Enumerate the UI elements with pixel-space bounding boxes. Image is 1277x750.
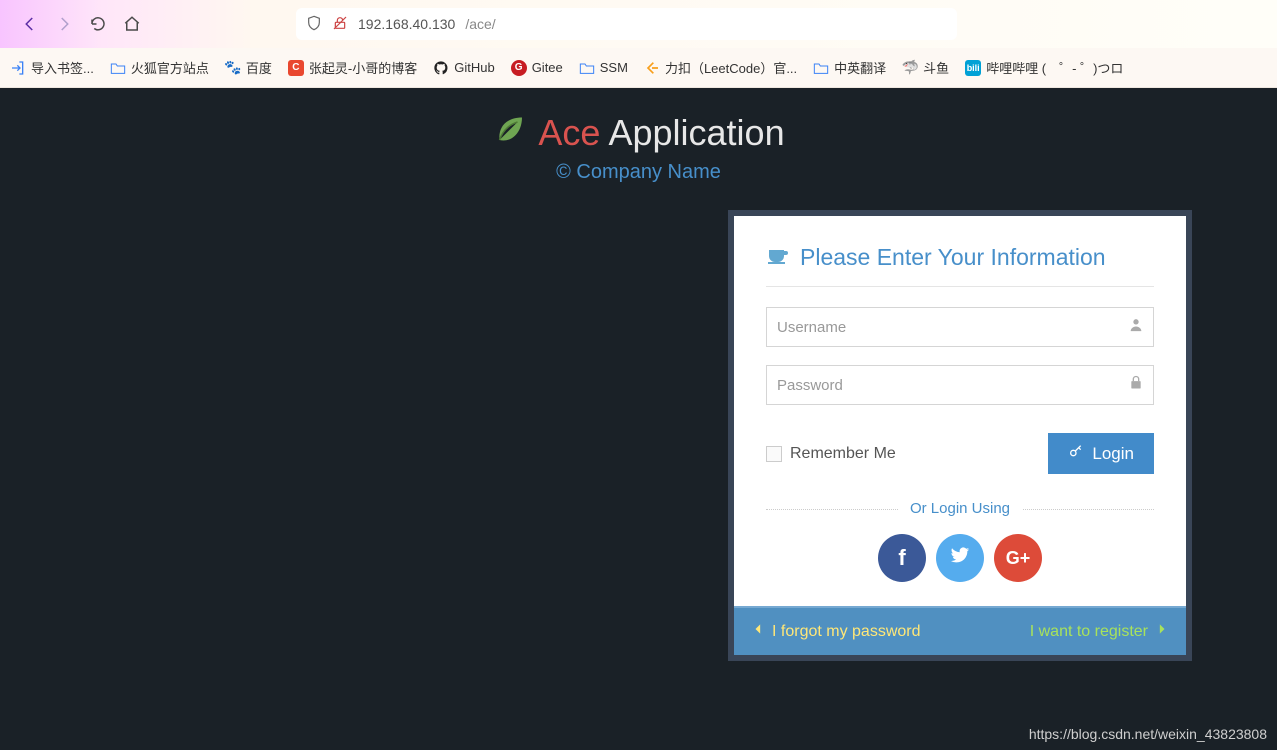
home-button[interactable] <box>122 14 142 34</box>
remember-label: Remember Me <box>790 445 896 463</box>
csdn-icon: C <box>288 60 304 76</box>
key-icon <box>1068 443 1084 464</box>
brand-rest: Application <box>600 112 784 153</box>
login-button[interactable]: Login <box>1048 433 1154 474</box>
bookmark-gitee[interactable]: G Gitee <box>511 60 563 76</box>
bookmark-firefox[interactable]: 火狐官方站点 <box>110 58 209 77</box>
bookmark-label: 斗鱼 <box>923 58 949 77</box>
github-icon <box>433 60 449 76</box>
or-divider: Or Login Using <box>766 500 1154 518</box>
social-login: f G+ <box>766 534 1154 582</box>
register-link[interactable]: I want to register <box>1030 622 1168 641</box>
shield-icon <box>306 15 322 34</box>
remember-me[interactable]: Remember Me <box>766 445 896 463</box>
or-divider-text: Or Login Using <box>898 500 1022 517</box>
register-text: I want to register <box>1030 623 1148 641</box>
coffee-icon <box>766 242 790 272</box>
bookmark-label: Gitee <box>532 60 563 75</box>
insecure-icon <box>332 15 348 34</box>
bookmark-leetcode[interactable]: 力扣（LeetCode）官... <box>644 58 797 77</box>
baidu-icon: 🐾 <box>225 60 241 76</box>
bookmark-douyu[interactable]: 🦈 斗鱼 <box>902 58 949 77</box>
bookmark-label: 导入书签... <box>31 58 94 77</box>
reload-button[interactable] <box>88 14 108 34</box>
folder-icon <box>110 60 126 76</box>
import-icon <box>10 60 26 76</box>
bookmark-label: GitHub <box>454 60 494 75</box>
folder-icon <box>813 60 829 76</box>
remember-row: Remember Me Login <box>766 433 1154 474</box>
bookmark-import[interactable]: 导入书签... <box>10 58 94 77</box>
login-footer: I forgot my password I want to register <box>734 606 1186 655</box>
leaf-icon <box>492 110 528 155</box>
watermark: https://blog.csdn.net/weixin_43823808 <box>1029 726 1267 742</box>
user-icon <box>1128 317 1144 338</box>
lock-icon <box>1128 375 1144 396</box>
forgot-password-link[interactable]: I forgot my password <box>752 622 921 641</box>
login-title-text: Please Enter Your Information <box>800 244 1106 271</box>
username-field-wrap <box>766 307 1154 347</box>
bookmark-github[interactable]: GitHub <box>433 60 494 76</box>
twitter-login-button[interactable] <box>936 534 984 582</box>
brand-accent: Ace <box>538 112 600 153</box>
bookmark-label: 力扣（LeetCode）官... <box>665 58 797 77</box>
remember-checkbox[interactable] <box>766 446 782 462</box>
bookmark-label: 张起灵-小哥的博客 <box>309 58 417 77</box>
login-button-label: Login <box>1092 444 1134 464</box>
page-content: Ace Application © Company Name Please En… <box>0 88 1277 750</box>
bookmark-label: SSM <box>600 60 628 75</box>
login-title: Please Enter Your Information <box>766 242 1154 287</box>
login-panel: Please Enter Your Information Remember M… <box>728 210 1192 661</box>
bilibili-icon: bili <box>965 60 981 76</box>
url-bar[interactable]: 192.168.40.130/ace/ <box>296 8 957 40</box>
app-header: Ace Application © Company Name <box>0 88 1277 184</box>
google-plus-login-button[interactable]: G+ <box>994 534 1042 582</box>
bookmark-bilibili[interactable]: bili 哔哩哔哩 ( ゜- ゜)つロ <box>965 58 1123 77</box>
forgot-password-text: I forgot my password <box>772 623 921 641</box>
arrow-right-icon <box>1154 622 1168 641</box>
folder-icon <box>579 60 595 76</box>
bookmark-label: 百度 <box>246 58 272 77</box>
bookmark-csdn[interactable]: C 张起灵-小哥的博客 <box>288 58 417 77</box>
url-path: /ace/ <box>465 16 495 32</box>
url-host: 192.168.40.130 <box>358 16 455 32</box>
bookmark-translate[interactable]: 中英翻译 <box>813 58 886 77</box>
browser-toolbar: 192.168.40.130/ace/ <box>0 0 1277 48</box>
bookmark-label: 火狐官方站点 <box>131 58 209 77</box>
forward-button[interactable] <box>54 14 74 34</box>
bookmarks-bar: 导入书签... 火狐官方站点 🐾 百度 C 张起灵-小哥的博客 GitHub G… <box>0 48 1277 88</box>
login-box: Please Enter Your Information Remember M… <box>734 216 1186 606</box>
app-title: Ace Application <box>492 110 784 155</box>
facebook-icon: f <box>898 545 905 571</box>
bookmark-ssm[interactable]: SSM <box>579 60 628 76</box>
gitee-icon: G <box>511 60 527 76</box>
bookmark-label: 哔哩哔哩 ( ゜- ゜)つロ <box>986 58 1123 77</box>
password-field-wrap <box>766 365 1154 405</box>
back-button[interactable] <box>20 14 40 34</box>
facebook-login-button[interactable]: f <box>878 534 926 582</box>
leetcode-icon <box>644 60 660 76</box>
twitter-icon <box>949 544 971 572</box>
bookmark-baidu[interactable]: 🐾 百度 <box>225 58 272 77</box>
password-input[interactable] <box>766 365 1154 405</box>
douyu-icon: 🦈 <box>902 60 918 76</box>
bookmark-label: 中英翻译 <box>834 58 886 77</box>
google-plus-icon: G+ <box>1006 548 1031 569</box>
arrow-left-icon <box>752 622 766 641</box>
app-subtitle: © Company Name <box>0 161 1277 184</box>
username-input[interactable] <box>766 307 1154 347</box>
